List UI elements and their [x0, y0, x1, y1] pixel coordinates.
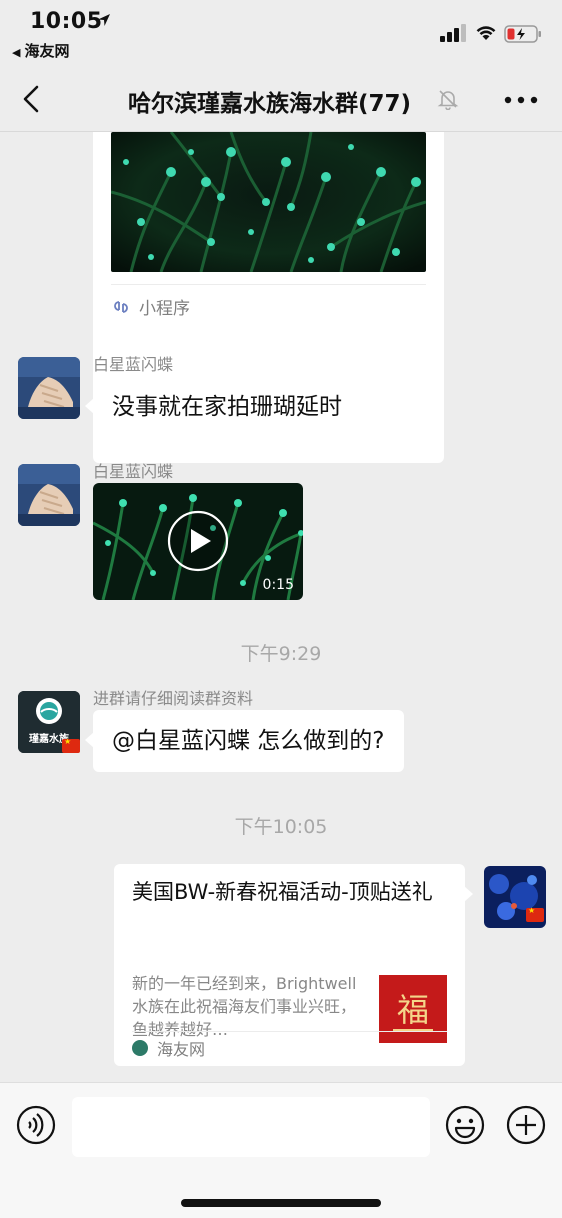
mute-bell-icon — [437, 90, 459, 110]
avatar[interactable] — [18, 464, 80, 526]
mini-program-label: 小程序 — [139, 299, 190, 319]
status-bar: 10:05 ◀ 海友网 — [0, 0, 562, 70]
location-arrow-icon — [98, 14, 110, 26]
battery-icon — [504, 25, 541, 43]
sender-name: 白星蓝闪蝶 — [93, 462, 174, 481]
back-app-label: 海友网 — [24, 42, 70, 60]
input-bar — [0, 1082, 562, 1218]
back-arrow-icon[interactable] — [18, 84, 44, 114]
timestamp: 下午9:29 — [240, 643, 322, 665]
chat-header: 哈尔滨瑾嘉水族海水群(77) — [0, 70, 562, 132]
status-time: 10:05 — [30, 9, 103, 34]
sender-name: 进群请仔细阅读群资料 — [93, 689, 254, 708]
avatar[interactable] — [18, 357, 80, 419]
back-triangle-icon: ◀ — [12, 46, 21, 59]
chat-title: 哈尔滨瑾嘉水族海水群(77) — [128, 91, 412, 117]
video-duration: 0:15 — [262, 577, 294, 593]
message-bubble[interactable]: @白星蓝闪蝶 怎么做到的? — [85, 710, 404, 772]
back-to-app-link[interactable]: ◀ 海友网 — [12, 40, 69, 61]
article-thumbnail: 福 — [379, 975, 447, 1043]
sender-name: 白星蓝闪蝶 — [93, 355, 174, 374]
message-input[interactable] — [72, 1097, 430, 1157]
wifi-icon — [476, 26, 496, 40]
home-indicator[interactable] — [181, 1199, 381, 1207]
add-more-icon[interactable] — [506, 1105, 546, 1145]
china-flag-badge — [526, 906, 544, 922]
message-bubble[interactable]: 没事就在家拍珊瑚延时 — [85, 376, 361, 438]
more-options-icon[interactable] — [504, 96, 538, 104]
voice-input-icon[interactable] — [16, 1105, 56, 1145]
mini-program-icon — [114, 300, 128, 313]
china-flag-badge — [62, 737, 80, 753]
cellular-signal-icon — [440, 24, 466, 42]
thumbnail-fu-char: 福 — [396, 991, 429, 1029]
mini-card-divider — [111, 284, 426, 285]
timestamp: 下午10:05 — [234, 816, 328, 838]
article-source: 海友网 — [132, 1036, 205, 1060]
mini-program-footer: 小程序 — [111, 294, 190, 319]
article-source-label: 海友网 — [157, 1040, 206, 1059]
coral-image — [111, 132, 426, 272]
share-card-divider — [132, 1031, 447, 1032]
article-title: 美国BW-新春祝福活动-顶贴送礼 — [132, 880, 433, 904]
emoji-icon[interactable] — [445, 1105, 485, 1145]
video-message[interactable]: 0:15 — [93, 483, 303, 600]
shared-article-card[interactable]: 美国BW-新春祝福活动-顶贴送礼 新的一年已经到来，Brightwell水族在此… — [114, 864, 473, 1066]
message-list[interactable]: 小程序 白星蓝闪蝶 没事就在家拍珊瑚延时 白星蓝闪蝶 0:15 下午9:29 瑾… — [0, 132, 562, 1082]
source-logo-icon — [132, 1040, 148, 1056]
play-icon[interactable] — [167, 510, 229, 572]
